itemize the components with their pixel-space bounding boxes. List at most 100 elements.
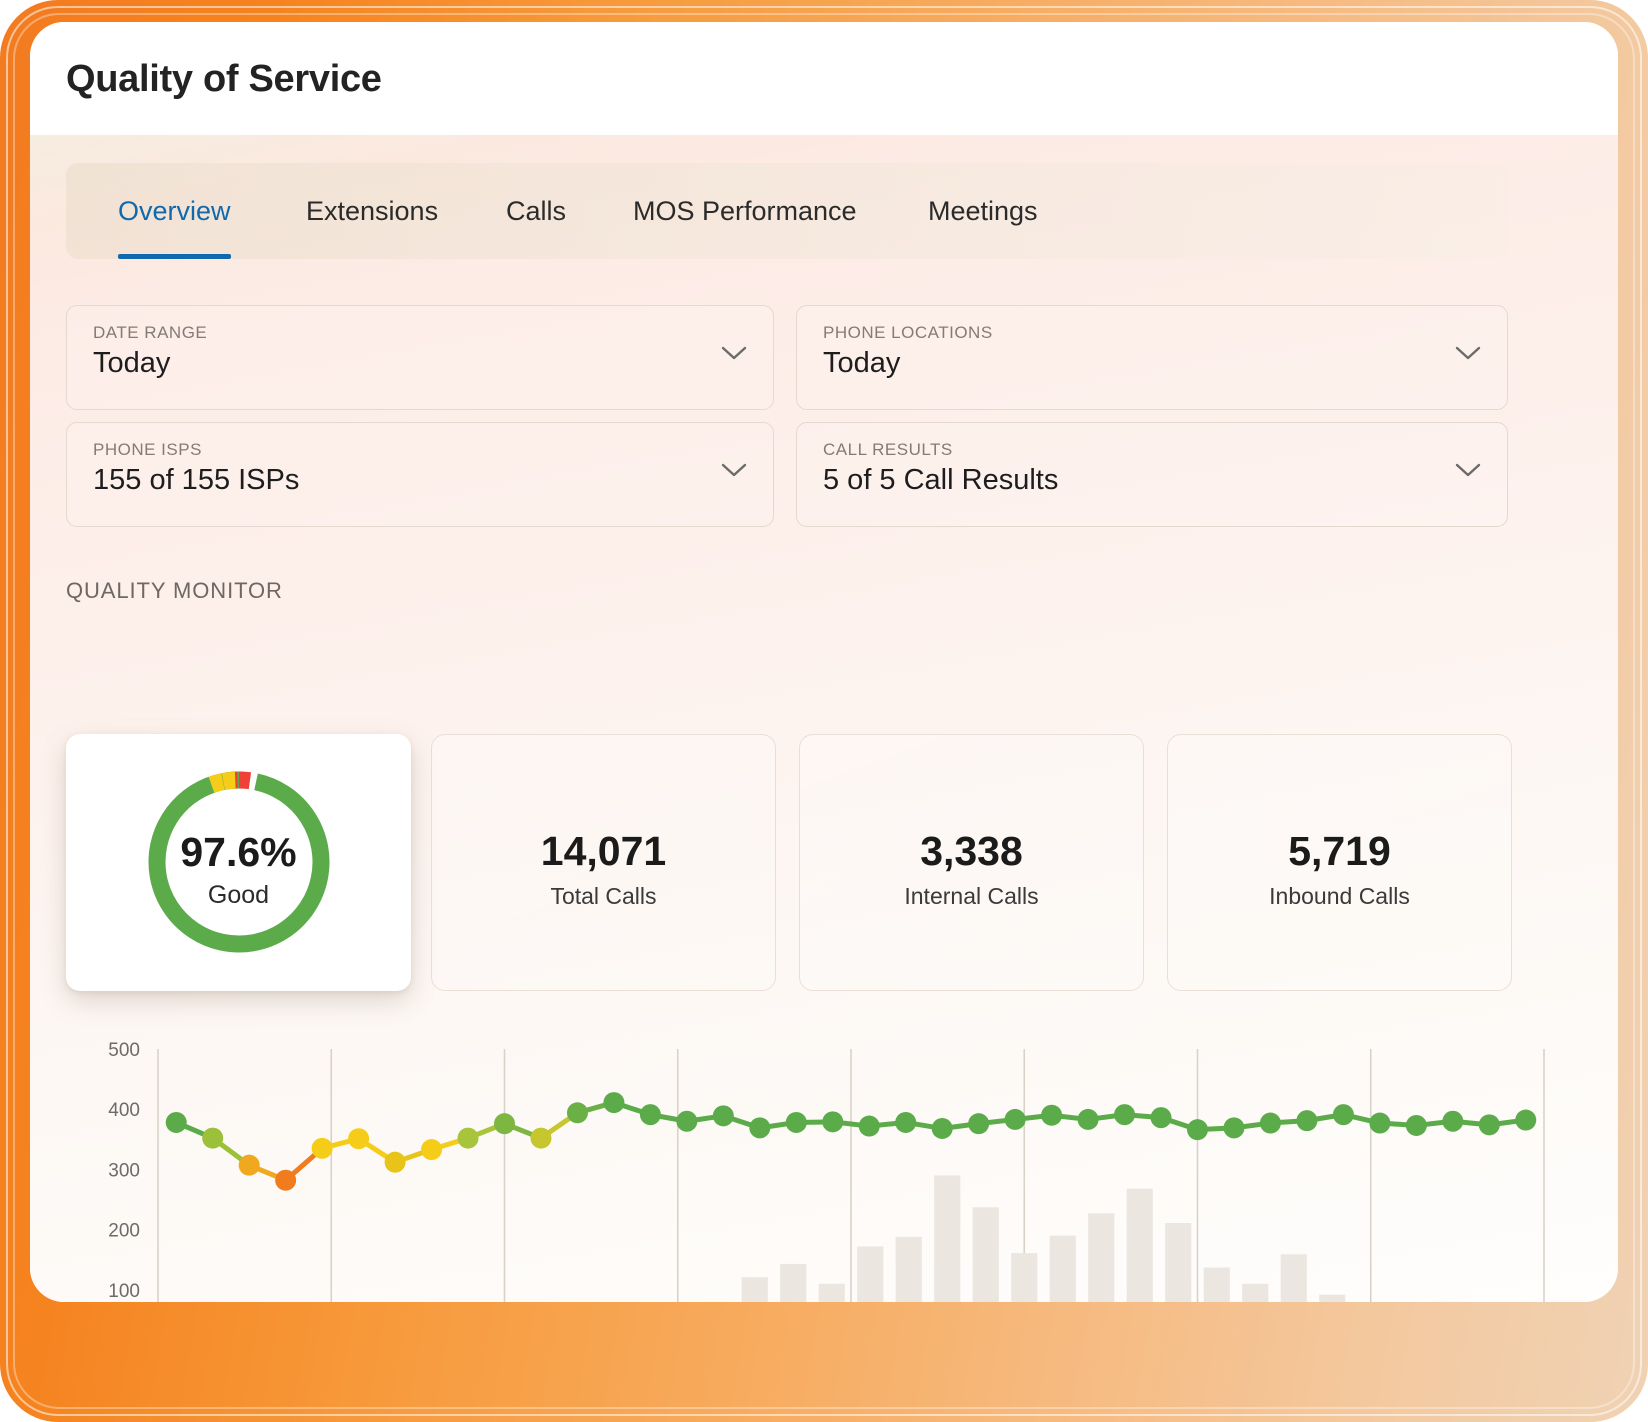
donut-percent-value: 97.6% [66, 829, 411, 876]
chart-data-point[interactable] [749, 1117, 770, 1138]
y-axis-tick-label: 200 [108, 1221, 140, 1242]
chart-bar [1242, 1284, 1268, 1302]
tab-calls-label: Calls [506, 196, 566, 226]
chart-data-point[interactable] [786, 1112, 807, 1133]
filter-date-range-value: Today [93, 347, 170, 380]
metric-card-total-calls: 14,071 Total Calls [431, 734, 776, 991]
chart-data-point[interactable] [1333, 1104, 1354, 1125]
chart-data-point[interactable] [166, 1112, 187, 1133]
metric-total-calls-value: 14,071 [432, 828, 775, 875]
metric-total-calls-label: Total Calls [432, 883, 775, 910]
chart-data-point[interactable] [1114, 1104, 1135, 1125]
chart-data-point[interactable] [1078, 1109, 1099, 1130]
tab-bar: Overview Extensions Calls MOS Performanc… [66, 163, 1508, 259]
chart-bar [857, 1246, 883, 1302]
chart-data-point[interactable] [1406, 1115, 1427, 1136]
metric-inbound-calls-value: 5,719 [1168, 828, 1511, 875]
chart-data-point[interactable] [676, 1111, 697, 1132]
tab-meetings-label: Meetings [928, 196, 1038, 226]
filter-call-results[interactable]: CALL RESULTS 5 of 5 Call Results [796, 422, 1508, 527]
tab-overview-label: Overview [118, 196, 231, 226]
app-header: Quality of Service [30, 22, 1618, 135]
chevron-down-icon[interactable] [1455, 463, 1481, 478]
metric-card-inbound-calls: 5,719 Inbound Calls [1167, 734, 1512, 991]
chart-data-point[interactable] [640, 1104, 661, 1125]
chart-data-point[interactable] [1151, 1107, 1172, 1128]
orange-gradient-frame: Quality of Service Overview Extensions C… [0, 0, 1648, 1422]
filter-phone-isps[interactable]: PHONE ISPS 155 of 155 ISPs [66, 422, 774, 527]
chart-data-point[interactable] [275, 1170, 296, 1191]
filter-phone-locations-label: PHONE LOCATIONS [823, 323, 993, 343]
tab-calls[interactable]: Calls [506, 163, 566, 259]
chart-bar [1319, 1295, 1345, 1302]
donut-status-label: Good [66, 881, 411, 910]
chart-data-point[interactable] [603, 1092, 624, 1113]
y-axis-tick-label: 500 [108, 1040, 140, 1061]
tab-active-underline [118, 254, 231, 259]
chart-data-point[interactable] [1260, 1113, 1281, 1134]
chart-data-point[interactable] [1369, 1113, 1390, 1134]
chart-bar [1050, 1236, 1076, 1302]
section-label-quality-monitor-cards: QUALITY MONITOR [66, 578, 283, 604]
filter-date-range-label: DATE RANGE [93, 323, 207, 343]
app-window: Quality of Service Overview Extensions C… [30, 22, 1618, 1302]
y-axis-tick-label: 100 [108, 1281, 140, 1302]
chart-data-point[interactable] [895, 1112, 916, 1133]
chart-bar [973, 1207, 999, 1302]
chart-data-point[interactable] [312, 1138, 333, 1159]
chart-data-point[interactable] [968, 1113, 989, 1134]
quality-donut-card: 97.6% Good [66, 734, 411, 991]
chart-data-point[interactable] [348, 1128, 369, 1149]
quality-monitor-chart: 0100200300400500 [66, 1035, 1546, 1302]
chart-data-point[interactable] [458, 1128, 479, 1149]
filter-phone-locations-value: Today [823, 347, 900, 380]
y-axis-tick-label: 300 [108, 1160, 140, 1181]
chart-bar [1088, 1213, 1114, 1302]
chart-bar [819, 1284, 845, 1302]
chart-data-point[interactable] [1041, 1105, 1062, 1126]
chevron-down-icon[interactable] [1455, 346, 1481, 361]
metric-internal-calls-label: Internal Calls [800, 883, 1143, 910]
chart-data-point[interactable] [1296, 1110, 1317, 1131]
chart-data-point[interactable] [1515, 1110, 1536, 1131]
filter-date-range[interactable]: DATE RANGE Today [66, 305, 774, 410]
tab-overview[interactable]: Overview [118, 163, 231, 259]
filter-phone-locations[interactable]: PHONE LOCATIONS Today [796, 305, 1508, 410]
chart-data-point[interactable] [1005, 1109, 1026, 1130]
tab-meetings[interactable]: Meetings [928, 163, 1038, 259]
chart-bar [1127, 1189, 1153, 1302]
chart-data-point[interactable] [385, 1152, 406, 1173]
y-axis-tick-label: 400 [108, 1100, 140, 1121]
metric-inbound-calls-label: Inbound Calls [1168, 883, 1511, 910]
chart-bar [1204, 1268, 1230, 1302]
chart-data-point[interactable] [713, 1105, 734, 1126]
chart-data-point[interactable] [494, 1113, 515, 1134]
chart-data-point[interactable] [202, 1128, 223, 1149]
tab-extensions[interactable]: Extensions [306, 163, 438, 259]
chart-bar [1281, 1254, 1307, 1302]
chart-data-point[interactable] [530, 1128, 551, 1149]
app-body: Overview Extensions Calls MOS Performanc… [30, 135, 1618, 1302]
chart-data-point[interactable] [1223, 1117, 1244, 1138]
chevron-down-icon[interactable] [721, 346, 747, 361]
quality-monitor-chart-svg: 0100200300400500 [66, 1035, 1546, 1302]
chart-data-point[interactable] [1187, 1119, 1208, 1140]
chart-data-point[interactable] [932, 1118, 953, 1139]
filter-call-results-value: 5 of 5 Call Results [823, 464, 1058, 497]
chart-data-point[interactable] [421, 1139, 442, 1160]
chart-data-point[interactable] [859, 1116, 880, 1137]
chart-bar [896, 1237, 922, 1302]
filter-phone-isps-value: 155 of 155 ISPs [93, 464, 299, 497]
chevron-down-icon[interactable] [721, 463, 747, 478]
filter-call-results-label: CALL RESULTS [823, 440, 953, 460]
chart-bar [934, 1175, 960, 1302]
chart-data-point[interactable] [239, 1155, 260, 1176]
page-title: Quality of Service [66, 58, 382, 101]
chart-bar [742, 1277, 768, 1302]
chart-data-point[interactable] [822, 1111, 843, 1132]
tab-mos-performance[interactable]: MOS Performance [633, 163, 857, 259]
chart-bar [1011, 1253, 1037, 1302]
chart-data-point[interactable] [567, 1102, 588, 1123]
chart-data-point[interactable] [1442, 1111, 1463, 1132]
chart-data-point[interactable] [1479, 1114, 1500, 1135]
